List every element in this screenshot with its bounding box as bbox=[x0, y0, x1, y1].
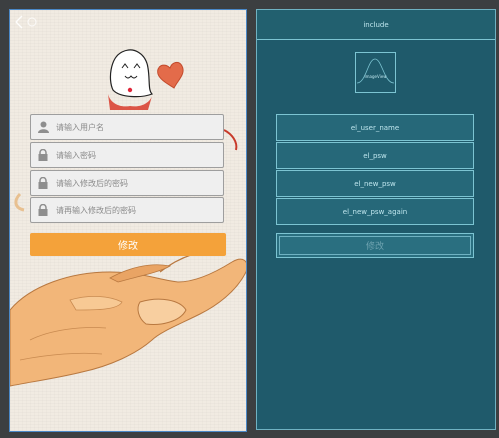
user-icon bbox=[36, 120, 50, 134]
new-password-again-field[interactable] bbox=[30, 197, 224, 223]
heart-icon bbox=[157, 61, 184, 89]
blueprint-field-user-name[interactable]: el_user_name bbox=[276, 114, 474, 141]
ghost-character bbox=[108, 49, 154, 110]
lock-icon bbox=[36, 176, 50, 190]
imageview-label: ImageView bbox=[364, 74, 387, 79]
username-input[interactable] bbox=[56, 122, 216, 132]
blueprint-field-new-psw[interactable]: el_new_psw bbox=[276, 170, 474, 197]
blueprint-imageview[interactable]: ImageView bbox=[355, 52, 396, 93]
new-password-again-input[interactable] bbox=[56, 205, 216, 215]
hand-illustration bbox=[10, 249, 246, 387]
password-input[interactable] bbox=[56, 150, 216, 160]
new-password-field[interactable] bbox=[30, 170, 224, 196]
imageview-placeholder-icon bbox=[356, 58, 395, 84]
modify-button[interactable]: 修改 bbox=[30, 233, 226, 256]
design-preview: 修改 bbox=[9, 9, 247, 432]
password-field[interactable] bbox=[30, 142, 224, 168]
blueprint-field-new-psw-again[interactable]: el_new_psw_again bbox=[276, 198, 474, 225]
new-password-input[interactable] bbox=[56, 178, 216, 188]
username-field[interactable] bbox=[30, 114, 224, 140]
blueprint-view: include ImageView el_user_name el_psw el… bbox=[256, 9, 496, 430]
lock-icon bbox=[36, 148, 50, 162]
lock-icon bbox=[36, 203, 50, 217]
blueprint-include[interactable]: include bbox=[257, 10, 495, 40]
blueprint-field-psw[interactable]: el_psw bbox=[276, 142, 474, 169]
blueprint-modify-button[interactable]: 修改 bbox=[276, 233, 474, 258]
